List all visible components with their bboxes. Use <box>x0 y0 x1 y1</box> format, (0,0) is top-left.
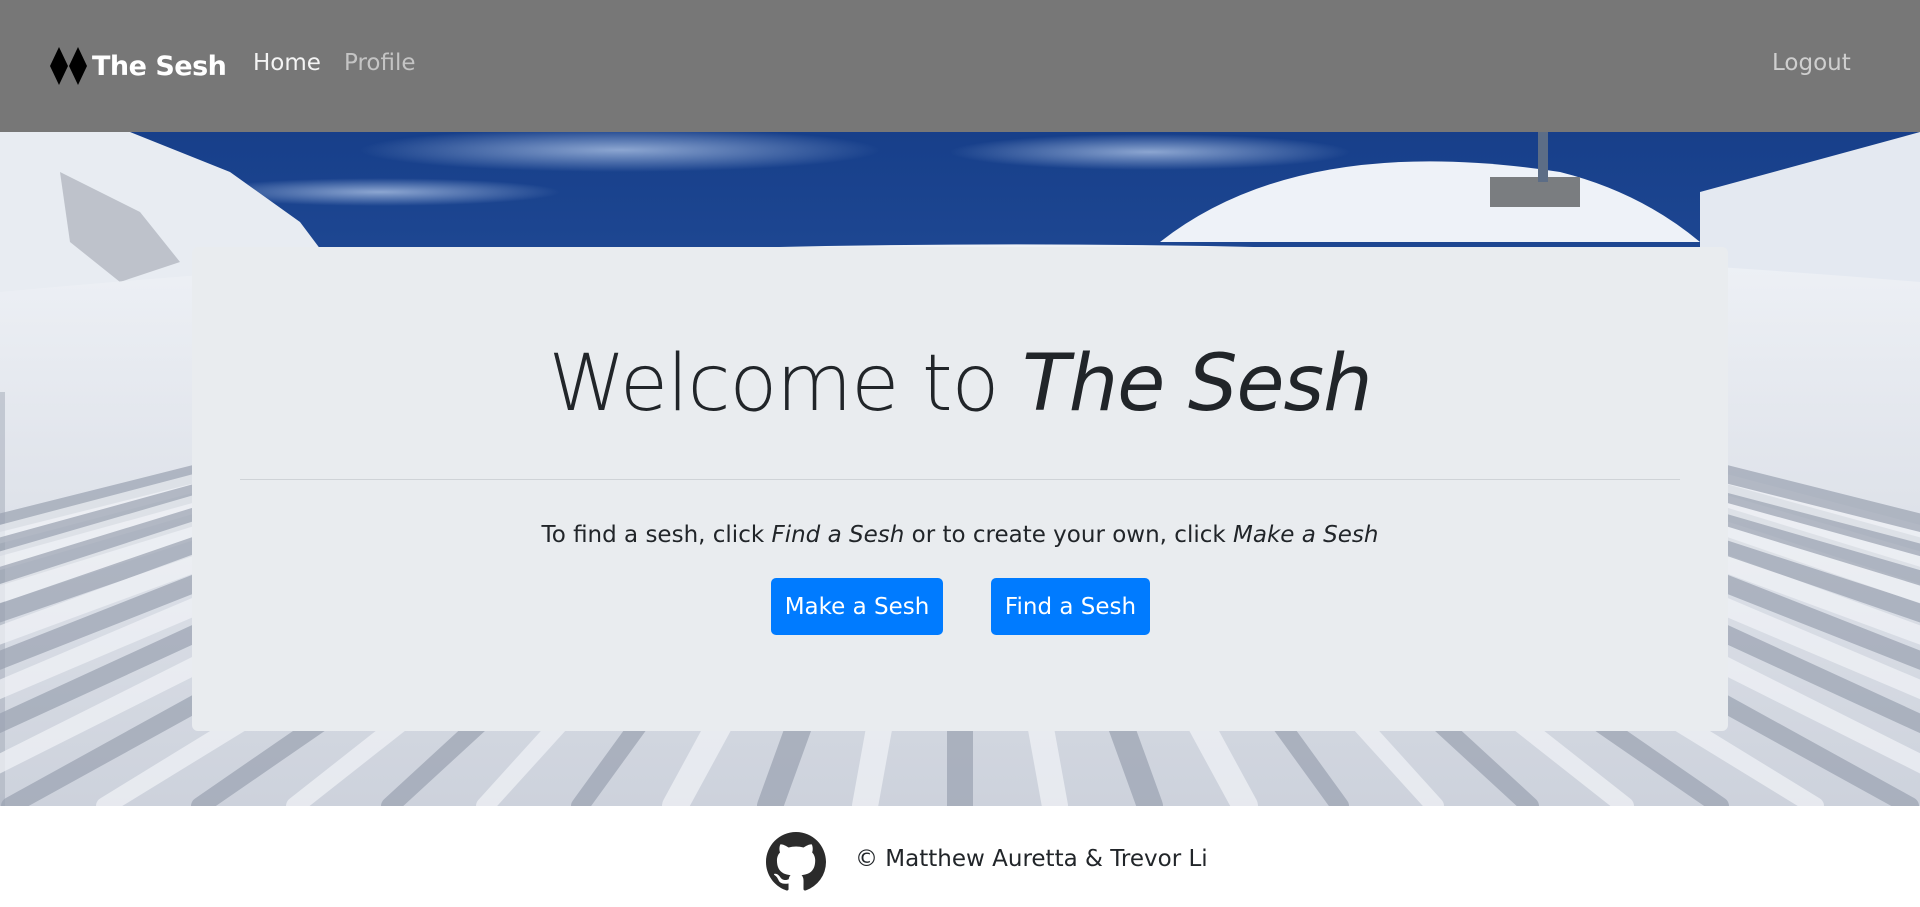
page-title: Welcome to The Sesh <box>192 345 1728 423</box>
nav-profile-link[interactable]: Profile <box>344 50 416 76</box>
lead-prefix: To find a sesh, click <box>541 522 765 548</box>
double-black-diamond-icon <box>50 47 87 85</box>
find-sesh-button[interactable]: Find a Sesh <box>991 578 1150 635</box>
lead-make: Make a Sesh <box>1233 522 1379 548</box>
title-text: Welcome to <box>548 339 999 429</box>
title-brand: The Sesh <box>1022 339 1372 429</box>
card-divider <box>240 479 1680 480</box>
github-icon[interactable] <box>766 832 826 892</box>
footer: © Matthew Auretta & Trevor Li <box>0 806 1920 907</box>
lead-find: Find a Sesh <box>771 522 905 548</box>
instructions-text: To find a sesh, click Find a Sesh or to … <box>192 522 1728 548</box>
copyright-text: © Matthew Auretta & Trevor Li <box>855 846 1208 872</box>
brand-name: The Sesh <box>92 50 227 82</box>
nav-logout-link[interactable]: Logout <box>1772 50 1851 76</box>
navbar: The Sesh Home Profile Logout <box>0 0 1920 132</box>
make-sesh-button[interactable]: Make a Sesh <box>771 578 943 635</box>
welcome-card: Welcome to The Sesh To find a sesh, clic… <box>192 247 1728 731</box>
brand-link[interactable]: The Sesh <box>48 44 227 88</box>
lead-middle: or to create your own, click <box>911 522 1226 548</box>
nav-home-link[interactable]: Home <box>253 50 321 76</box>
